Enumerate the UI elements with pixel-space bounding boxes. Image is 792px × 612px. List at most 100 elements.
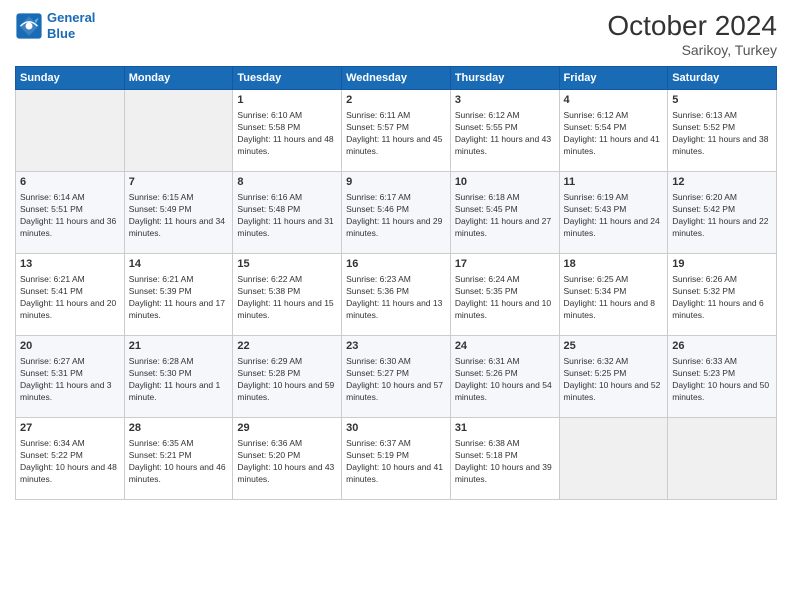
col-header-thursday: Thursday bbox=[450, 67, 559, 90]
day-cell: 23 Sunrise: 6:30 AMSunset: 5:27 PMDayligh… bbox=[342, 336, 451, 418]
cell-info: Sunrise: 6:32 AMSunset: 5:25 PMDaylight:… bbox=[564, 356, 664, 404]
day-cell: 1 Sunrise: 6:10 AMSunset: 5:58 PMDaylight… bbox=[233, 90, 342, 172]
cell-info: Sunrise: 6:18 AMSunset: 5:45 PMDaylight:… bbox=[455, 192, 555, 240]
day-number: 5 bbox=[672, 93, 772, 108]
day-cell: 13 Sunrise: 6:21 AMSunset: 5:41 PMDayligh… bbox=[16, 254, 125, 336]
day-cell: 5 Sunrise: 6:13 AMSunset: 5:52 PMDaylight… bbox=[668, 90, 777, 172]
day-cell: 19 Sunrise: 6:26 AMSunset: 5:32 PMDayligh… bbox=[668, 254, 777, 336]
day-cell: 4Sunrise: 6:12 AMSunset: 5:54 PMDaylight… bbox=[559, 90, 668, 172]
day-cell: 9 Sunrise: 6:17 AMSunset: 5:46 PMDaylight… bbox=[342, 172, 451, 254]
cell-info: Sunrise: 6:37 AMSunset: 5:19 PMDaylight:… bbox=[346, 438, 446, 486]
day-cell bbox=[559, 418, 668, 500]
week-row-4: 20 Sunrise: 6:27 AMSunset: 5:31 PMDayligh… bbox=[16, 336, 777, 418]
day-cell: 22Sunrise: 6:29 AMSunset: 5:28 PMDayligh… bbox=[233, 336, 342, 418]
cell-info: Sunrise: 6:10 AMSunset: 5:58 PMDaylight:… bbox=[237, 110, 337, 158]
cell-info: Sunrise: 6:21 AMSunset: 5:39 PMDaylight:… bbox=[129, 274, 229, 322]
day-number: 15 bbox=[237, 257, 337, 272]
day-number: 17 bbox=[455, 257, 555, 272]
day-number: 2 bbox=[346, 93, 446, 108]
day-number: 29 bbox=[237, 421, 337, 436]
day-number: 1 bbox=[237, 93, 337, 108]
day-cell: 7Sunrise: 6:15 AMSunset: 5:49 PMDaylight… bbox=[124, 172, 233, 254]
week-row-5: 27 Sunrise: 6:34 AMSunset: 5:22 PMDayligh… bbox=[16, 418, 777, 500]
day-cell bbox=[668, 418, 777, 500]
day-number: 28 bbox=[129, 421, 229, 436]
day-number: 16 bbox=[346, 257, 446, 272]
day-cell: 17Sunrise: 6:24 AMSunset: 5:35 PMDayligh… bbox=[450, 254, 559, 336]
week-row-2: 6Sunrise: 6:14 AMSunset: 5:51 PMDaylight… bbox=[16, 172, 777, 254]
page-subtitle: Sarikoy, Turkey bbox=[607, 42, 777, 58]
day-cell: 20 Sunrise: 6:27 AMSunset: 5:31 PMDayligh… bbox=[16, 336, 125, 418]
cell-info: Sunrise: 6:13 AMSunset: 5:52 PMDaylight:… bbox=[672, 110, 772, 158]
day-number: 12 bbox=[672, 175, 772, 190]
col-header-tuesday: Tuesday bbox=[233, 67, 342, 90]
logo: General Blue bbox=[15, 10, 95, 41]
cell-info: Sunrise: 6:17 AMSunset: 5:46 PMDaylight:… bbox=[346, 192, 446, 240]
day-cell: 25Sunrise: 6:32 AMSunset: 5:25 PMDayligh… bbox=[559, 336, 668, 418]
day-cell: 8Sunrise: 6:16 AMSunset: 5:48 PMDaylight… bbox=[233, 172, 342, 254]
cell-info: Sunrise: 6:28 AMSunset: 5:30 PMDaylight:… bbox=[129, 356, 229, 404]
day-cell: 10Sunrise: 6:18 AMSunset: 5:45 PMDayligh… bbox=[450, 172, 559, 254]
logo-line1: General bbox=[47, 10, 95, 25]
day-number: 30 bbox=[346, 421, 446, 436]
cell-info: Sunrise: 6:27 AMSunset: 5:31 PMDaylight:… bbox=[20, 356, 120, 404]
week-row-3: 13 Sunrise: 6:21 AMSunset: 5:41 PMDayligh… bbox=[16, 254, 777, 336]
cell-info: Sunrise: 6:14 AMSunset: 5:51 PMDaylight:… bbox=[20, 192, 120, 240]
title-block: October 2024 Sarikoy, Turkey bbox=[607, 10, 777, 58]
calendar-header-row: SundayMondayTuesdayWednesdayThursdayFrid… bbox=[16, 67, 777, 90]
day-number: 19 bbox=[672, 257, 772, 272]
cell-info: Sunrise: 6:33 AMSunset: 5:23 PMDaylight:… bbox=[672, 356, 772, 404]
cell-info: Sunrise: 6:21 AMSunset: 5:41 PMDaylight:… bbox=[20, 274, 120, 322]
day-number: 3 bbox=[455, 93, 555, 108]
day-number: 20 bbox=[20, 339, 120, 354]
day-cell: 28 Sunrise: 6:35 AMSunset: 5:21 PMDayligh… bbox=[124, 418, 233, 500]
day-cell: 27 Sunrise: 6:34 AMSunset: 5:22 PMDayligh… bbox=[16, 418, 125, 500]
day-cell: 31Sunrise: 6:38 AMSunset: 5:18 PMDayligh… bbox=[450, 418, 559, 500]
cell-info: Sunrise: 6:12 AMSunset: 5:55 PMDaylight:… bbox=[455, 110, 555, 158]
day-cell: 3 Sunrise: 6:12 AMSunset: 5:55 PMDaylight… bbox=[450, 90, 559, 172]
page: General Blue October 2024 Sarikoy, Turke… bbox=[0, 0, 792, 612]
col-header-sunday: Sunday bbox=[16, 67, 125, 90]
day-number: 24 bbox=[455, 339, 555, 354]
day-cell: 21 Sunrise: 6:28 AMSunset: 5:30 PMDayligh… bbox=[124, 336, 233, 418]
day-cell: 18Sunrise: 6:25 AMSunset: 5:34 PMDayligh… bbox=[559, 254, 668, 336]
day-cell: 24 Sunrise: 6:31 AMSunset: 5:26 PMDayligh… bbox=[450, 336, 559, 418]
calendar-table: SundayMondayTuesdayWednesdayThursdayFrid… bbox=[15, 66, 777, 500]
cell-info: Sunrise: 6:16 AMSunset: 5:48 PMDaylight:… bbox=[237, 192, 337, 240]
day-number: 13 bbox=[20, 257, 120, 272]
col-header-monday: Monday bbox=[124, 67, 233, 90]
logo-line2: Blue bbox=[47, 26, 75, 41]
header: General Blue October 2024 Sarikoy, Turke… bbox=[15, 10, 777, 58]
col-header-saturday: Saturday bbox=[668, 67, 777, 90]
cell-info: Sunrise: 6:29 AMSunset: 5:28 PMDaylight:… bbox=[237, 356, 337, 404]
day-number: 21 bbox=[129, 339, 229, 354]
day-number: 23 bbox=[346, 339, 446, 354]
day-number: 9 bbox=[346, 175, 446, 190]
day-number: 27 bbox=[20, 421, 120, 436]
day-cell: 12Sunrise: 6:20 AMSunset: 5:42 PMDayligh… bbox=[668, 172, 777, 254]
cell-info: Sunrise: 6:35 AMSunset: 5:21 PMDaylight:… bbox=[129, 438, 229, 486]
week-row-1: 1 Sunrise: 6:10 AMSunset: 5:58 PMDaylight… bbox=[16, 90, 777, 172]
day-cell bbox=[124, 90, 233, 172]
cell-info: Sunrise: 6:31 AMSunset: 5:26 PMDaylight:… bbox=[455, 356, 555, 404]
cell-info: Sunrise: 6:30 AMSunset: 5:27 PMDaylight:… bbox=[346, 356, 446, 404]
day-cell: 11 Sunrise: 6:19 AMSunset: 5:43 PMDayligh… bbox=[559, 172, 668, 254]
cell-info: Sunrise: 6:22 AMSunset: 5:38 PMDaylight:… bbox=[237, 274, 337, 322]
cell-info: Sunrise: 6:34 AMSunset: 5:22 PMDaylight:… bbox=[20, 438, 120, 486]
cell-info: Sunrise: 6:12 AMSunset: 5:54 PMDaylight:… bbox=[564, 110, 664, 158]
cell-info: Sunrise: 6:38 AMSunset: 5:18 PMDaylight:… bbox=[455, 438, 555, 486]
day-number: 11 bbox=[564, 175, 664, 190]
logo-icon bbox=[15, 12, 43, 40]
day-cell: 16 Sunrise: 6:23 AMSunset: 5:36 PMDayligh… bbox=[342, 254, 451, 336]
day-number: 14 bbox=[129, 257, 229, 272]
cell-info: Sunrise: 6:23 AMSunset: 5:36 PMDaylight:… bbox=[346, 274, 446, 322]
cell-info: Sunrise: 6:19 AMSunset: 5:43 PMDaylight:… bbox=[564, 192, 664, 240]
page-title: October 2024 bbox=[607, 10, 777, 42]
cell-info: Sunrise: 6:26 AMSunset: 5:32 PMDaylight:… bbox=[672, 274, 772, 322]
day-cell: 30 Sunrise: 6:37 AMSunset: 5:19 PMDayligh… bbox=[342, 418, 451, 500]
day-cell: 29 Sunrise: 6:36 AMSunset: 5:20 PMDayligh… bbox=[233, 418, 342, 500]
cell-info: Sunrise: 6:36 AMSunset: 5:20 PMDaylight:… bbox=[237, 438, 337, 486]
day-cell: 6Sunrise: 6:14 AMSunset: 5:51 PMDaylight… bbox=[16, 172, 125, 254]
day-cell: 26Sunrise: 6:33 AMSunset: 5:23 PMDayligh… bbox=[668, 336, 777, 418]
day-cell: 15 Sunrise: 6:22 AMSunset: 5:38 PMDayligh… bbox=[233, 254, 342, 336]
